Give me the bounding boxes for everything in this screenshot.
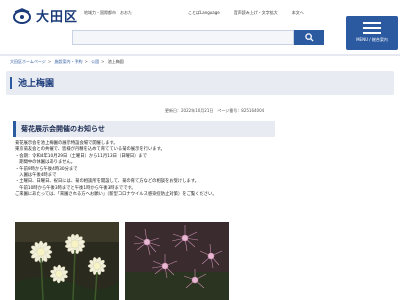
breadcrumb-parks[interactable]: 公園 [91, 59, 99, 64]
page-title: 池上梅園 [18, 79, 55, 89]
logo-subtitle: 地域力・国際都市 おおた [84, 10, 132, 15]
hamburger-icon [363, 22, 381, 34]
page-meta: 更新日：2022年10月21日 ページ番号：825164004 [165, 108, 265, 113]
search-input[interactable] [72, 30, 294, 45]
skip-to-content-link[interactable]: 本文へ [292, 10, 304, 16]
white-chrysanthemum-photo [15, 222, 119, 300]
section-title: 菊花展示会開催のお知らせ [21, 125, 105, 133]
page-title-bar: 池上梅園 [6, 71, 394, 95]
site-logo[interactable]: 大田区 [12, 6, 78, 25]
menu-button[interactable]: MENU / 総合案内 [346, 16, 398, 50]
search-icon [304, 33, 314, 42]
menu-label: MENU / 総合案内 [356, 37, 388, 42]
body-line: ご来園にあたっては、「来園される方へお願い」（新型コロナウイルス感染症防止対策）… [15, 192, 217, 198]
breadcrumb-facilities[interactable]: 施設案内・予約 [54, 59, 82, 64]
breadcrumb-home[interactable]: 大田区ホームページ [10, 59, 46, 64]
utility-links: ことばLanguage 音声読み上げ・文字拡大 本文へ [188, 10, 318, 16]
pink-chrysanthemum-photo [125, 222, 229, 300]
breadcrumb: 大田区ホームページ > 施設案内・予約 > 公園 > 池上梅園 [10, 59, 124, 64]
language-link[interactable]: ことばLanguage [188, 10, 220, 16]
search-button[interactable] [294, 30, 324, 45]
ota-city-emblem-icon [13, 7, 31, 24]
search-bar [72, 30, 324, 45]
breadcrumb-current: 池上梅園 [107, 59, 124, 64]
accessibility-link[interactable]: 音声読み上げ・文字拡大 [234, 10, 278, 16]
site-header: 大田区 地域力・国際都市 おおた ことばLanguage 音声読み上げ・文字拡大… [0, 0, 400, 62]
section-body: 菊花展示会を池上梅園の展示特設会場で開催します。 東京菊友会との共催で、皆様が丹… [15, 141, 277, 199]
logo-text: 大田区 [36, 10, 79, 25]
header-divider [0, 54, 400, 56]
section-heading-bar: 菊花展示会開催のお知らせ [13, 121, 275, 137]
